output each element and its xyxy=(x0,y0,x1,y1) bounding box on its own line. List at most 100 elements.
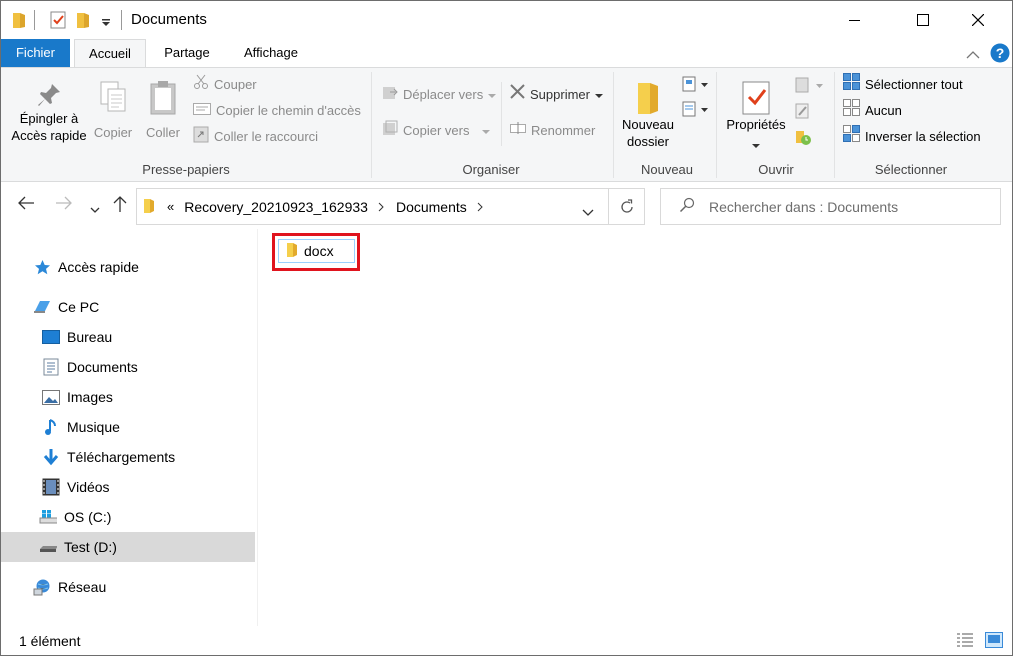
invert-selection-label: Inverser la sélection xyxy=(865,129,981,144)
edit-icon[interactable] xyxy=(794,102,810,123)
rename-button[interactable]: Renommer xyxy=(510,120,595,142)
copy-to-button[interactable]: Copier vers xyxy=(382,120,491,142)
sidebar-item-downloads[interactable]: Téléchargements xyxy=(1,442,255,472)
pin-quick-access-button[interactable]: Épingler à Accès rapide xyxy=(9,72,89,144)
pin-label-2: Accès rapide xyxy=(11,128,87,143)
back-arrow-icon[interactable] xyxy=(17,195,35,214)
move-to-icon xyxy=(382,84,398,107)
group-label-organize: Organiser xyxy=(462,162,520,177)
tab-share[interactable]: Partage xyxy=(151,39,223,67)
breadcrumb-separator-icon[interactable] xyxy=(378,199,384,215)
clipboard-icon xyxy=(142,72,184,124)
cut-button[interactable]: Couper xyxy=(193,74,257,96)
close-icon xyxy=(972,14,984,26)
copy-icon xyxy=(91,72,135,124)
copy-button[interactable]: Copier xyxy=(91,72,135,141)
address-bar[interactable]: « Recovery_20210923_162933 Documents xyxy=(136,188,609,225)
sidebar-item-images[interactable]: Images xyxy=(1,382,255,412)
select-none-button[interactable]: Aucun xyxy=(843,99,902,123)
sidebar-item-documents[interactable]: Documents xyxy=(1,352,255,382)
scissors-icon xyxy=(193,74,209,97)
up-arrow-icon[interactable] xyxy=(113,195,127,216)
chevron-down-icon xyxy=(723,136,789,153)
paste-shortcut-label: Coller le raccourci xyxy=(214,129,319,144)
properties-qat-icon[interactable] xyxy=(50,11,66,32)
videos-icon xyxy=(42,478,60,496)
file-explorer-window: Documents Fichier Accueil Partage Affich… xyxy=(0,0,1013,656)
copy-path-button[interactable]: Copier le chemin d'accès xyxy=(193,100,361,122)
rename-label: Renommer xyxy=(531,123,596,138)
sidebar-item-this-pc[interactable]: Ce PC xyxy=(1,292,255,322)
title-bar: Documents xyxy=(1,1,1012,39)
breadcrumb-overflow[interactable]: « xyxy=(167,199,174,214)
sidebar-item-music[interactable]: Musique xyxy=(1,412,255,442)
address-history-icon[interactable] xyxy=(582,203,594,219)
easy-access-icon[interactable] xyxy=(681,100,709,121)
file-list[interactable]: docx xyxy=(258,229,1012,626)
forward-arrow-icon[interactable] xyxy=(55,195,73,214)
recent-locations-icon[interactable] xyxy=(90,201,100,217)
sidebar-item-network[interactable]: Réseau xyxy=(1,572,255,602)
paste-shortcut-icon xyxy=(193,125,209,150)
folder-icon xyxy=(619,72,677,116)
close-button[interactable] xyxy=(955,1,1001,39)
sidebar-item-test-drive[interactable]: Test (D:) xyxy=(1,532,255,562)
large-icons-view-icon[interactable] xyxy=(985,632,1003,651)
sidebar-label: Ce PC xyxy=(58,299,100,315)
group-label-clipboard: Presse-papiers xyxy=(142,162,230,177)
properties-label: Propriétés xyxy=(726,117,786,132)
list-item[interactable]: docx xyxy=(278,239,355,263)
sidebar-label: Images xyxy=(67,389,113,405)
windows-drive-icon xyxy=(39,508,57,526)
sidebar-item-desktop[interactable]: Bureau xyxy=(1,322,255,352)
group-label-new: Nouveau xyxy=(640,162,694,177)
network-icon xyxy=(33,578,51,596)
new-folder-label-1: Nouveau xyxy=(621,117,675,132)
details-view-icon[interactable] xyxy=(956,632,974,651)
paste-shortcut-button[interactable]: Coller le raccourci xyxy=(193,126,318,148)
breadcrumb-documents[interactable]: Documents xyxy=(396,199,467,215)
properties-icon xyxy=(723,72,789,116)
select-all-button[interactable]: Sélectionner tout xyxy=(843,73,963,96)
minimize-button[interactable] xyxy=(832,1,878,39)
collapse-ribbon-icon[interactable] xyxy=(966,47,980,63)
breadcrumb-separator-icon[interactable] xyxy=(477,199,483,215)
sidebar-item-quick-access[interactable]: Accès rapide xyxy=(1,252,255,282)
tab-home[interactable]: Accueil xyxy=(74,39,146,68)
properties-button[interactable]: Propriétés xyxy=(723,72,789,153)
open-icon[interactable] xyxy=(794,76,824,97)
tab-view[interactable]: Affichage xyxy=(231,39,311,67)
group-divider xyxy=(716,72,717,178)
ribbon: Épingler à Accès rapide Copier Coller Co… xyxy=(1,67,1012,182)
sidebar-item-os-drive[interactable]: OS (C:) xyxy=(1,502,255,532)
invert-selection-icon xyxy=(843,125,860,149)
invert-selection-button[interactable]: Inverser la sélection xyxy=(843,125,981,149)
history-icon[interactable] xyxy=(794,128,812,149)
sidebar-label: Téléchargements xyxy=(67,449,176,465)
download-icon xyxy=(42,448,60,466)
tab-file[interactable]: Fichier xyxy=(1,39,70,67)
new-item-icon[interactable] xyxy=(681,75,709,96)
help-icon[interactable]: ? xyxy=(990,43,1010,66)
group-divider xyxy=(613,72,614,178)
maximize-button[interactable] xyxy=(900,1,946,39)
delete-button[interactable]: Supprimer xyxy=(510,84,603,106)
new-folder-label-2: dossier xyxy=(627,134,669,149)
move-to-button[interactable]: Déplacer vers xyxy=(382,84,497,107)
item-count: 1 élément xyxy=(19,632,81,649)
divider xyxy=(121,10,122,30)
refresh-button[interactable] xyxy=(608,188,645,225)
select-none-icon xyxy=(843,99,860,123)
paste-label: Coller xyxy=(146,125,180,140)
customize-qat-icon[interactable] xyxy=(101,15,111,31)
search-box[interactable]: Rechercher dans : Documents xyxy=(660,188,1001,225)
breadcrumb-recovery[interactable]: Recovery_20210923_162933 xyxy=(184,199,368,215)
new-folder-qat-icon[interactable] xyxy=(76,11,90,32)
group-divider xyxy=(371,72,372,178)
paste-button[interactable]: Coller xyxy=(142,72,184,141)
sidebar-item-videos[interactable]: Vidéos xyxy=(1,472,255,502)
music-icon xyxy=(42,418,60,436)
desktop-icon xyxy=(42,328,60,346)
new-folder-button[interactable]: Nouveau dossier xyxy=(619,72,677,150)
select-none-label: Aucun xyxy=(865,103,902,118)
